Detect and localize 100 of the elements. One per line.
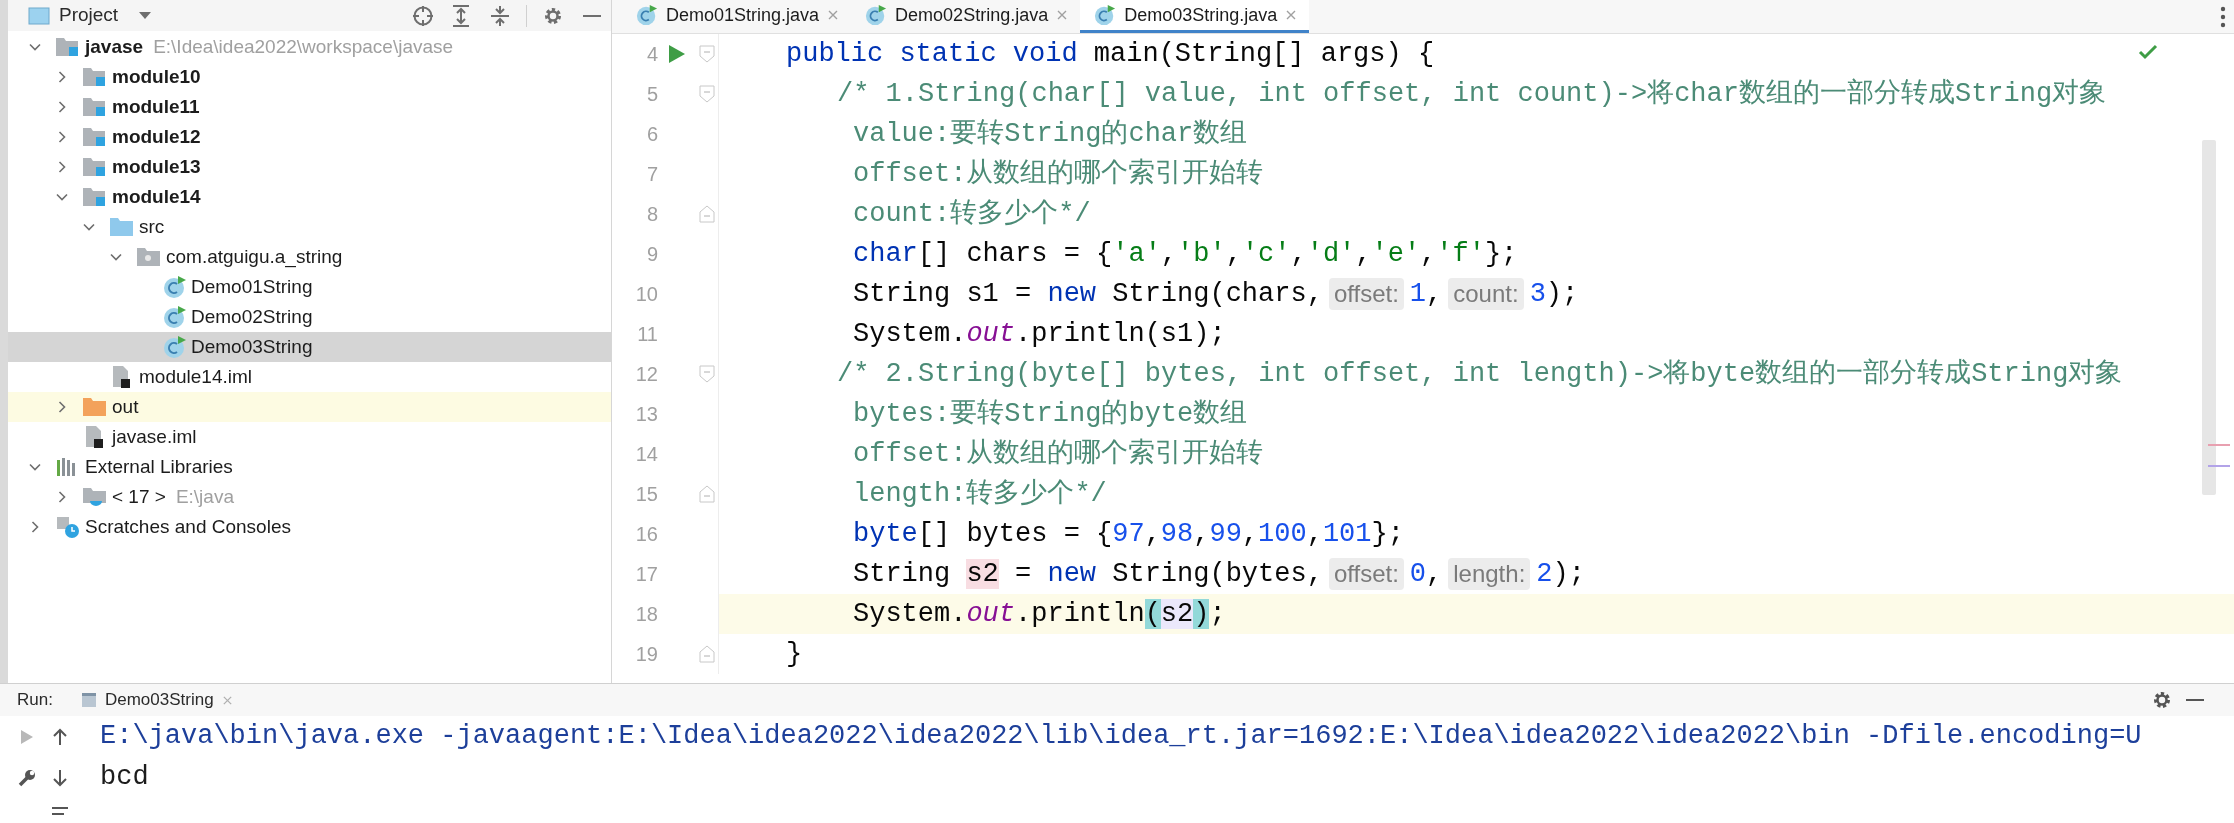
console-icon [80, 692, 97, 708]
line-number: 5 [645, 82, 658, 107]
tree-item[interactable]: module11 [8, 92, 611, 122]
module-folder-icon [82, 185, 108, 209]
settings-icon[interactable] [543, 5, 563, 26]
fold-marker[interactable] [699, 645, 715, 663]
line-number: 4 [645, 42, 658, 67]
line-number: 8 [645, 202, 658, 227]
package-folder-icon [136, 245, 162, 269]
code-text: offset:从数组的哪个索引开始转 [853, 157, 1264, 191]
code-text: length:转多少个*/ [853, 477, 1107, 511]
line-number: 9 [645, 242, 658, 267]
line-number: 13 [634, 402, 658, 427]
code-text: value:要转String的char数组 [853, 117, 1248, 151]
module-folder-icon [82, 95, 108, 119]
wrench-icon[interactable] [17, 768, 36, 787]
code-text: offset:从数组的哪个索引开始转 [853, 437, 1264, 471]
code-text: System.out.println(s2); [853, 597, 1226, 631]
line-number: 7 [645, 162, 658, 187]
dropdown-icon[interactable] [138, 10, 153, 21]
down-arrow-icon[interactable] [52, 768, 67, 787]
tree-item[interactable]: javase E:\Idea\idea2022\workspace\javase [8, 32, 611, 62]
module-folder-icon [82, 155, 108, 179]
fold-marker[interactable] [699, 45, 715, 63]
collapse-all-icon[interactable] [490, 4, 510, 27]
line-number: 11 [636, 322, 658, 347]
class-icon [163, 335, 187, 359]
class-icon [163, 305, 187, 329]
code-text: System.out.println(s1); [853, 317, 1226, 351]
code-text: public static void main(String[] args) { [786, 37, 1435, 71]
tree-item[interactable]: < 17 > E:\java [8, 482, 611, 512]
tree-item[interactable]: out [8, 392, 611, 422]
parameter-hint: length: [1448, 558, 1531, 590]
tree-item[interactable]: External Libraries [8, 452, 611, 482]
class-icon [636, 4, 658, 26]
console-command: E:\java\bin\java.exe -javaagent:E:\Idea\idea2022\idea2022\lib\idea_rt.jar=1692:E:\Idea\idea2022\idea2022\bin -Dfile.encoding=U [100, 720, 2143, 754]
parameter-hint: offset: [1328, 558, 1404, 590]
editor-tab[interactable]: Demo02String.java [851, 0, 1081, 33]
line-number: 18 [634, 602, 658, 627]
fold-marker[interactable] [699, 485, 715, 503]
sdk-folder-icon [82, 485, 108, 509]
more-icon[interactable] [2220, 5, 2226, 28]
code-text: byte[] bytes = {97,98,99,100,101}; [853, 517, 1404, 551]
code-text: 2); [1536, 557, 1585, 591]
code-text: 1, [1409, 277, 1443, 311]
class-icon [163, 275, 187, 299]
line-number: 14 [634, 442, 658, 467]
line-number: 19 [634, 642, 658, 667]
tree-item[interactable]: Demo02String [8, 302, 611, 332]
tree-item[interactable]: module14.iml [8, 362, 611, 392]
class-icon [865, 4, 888, 26]
panel-title[interactable]: Project [59, 1, 119, 30]
tree-item[interactable]: module10 [8, 62, 611, 92]
tree-item[interactable]: Scratches and Consoles [8, 512, 611, 542]
editor-tab[interactable]: Demo01String.java [622, 0, 852, 33]
console-output: bcd [100, 761, 150, 795]
settings-icon[interactable] [2152, 690, 2172, 710]
tree-item[interactable]: module13 [8, 152, 611, 182]
fold-marker[interactable] [699, 85, 715, 103]
run-icon[interactable] [668, 44, 686, 64]
tree-item[interactable]: src [8, 212, 611, 242]
scrollbar[interactable] [2202, 140, 2216, 495]
code-text: char[] chars = {'a','b','c','d','e','f'}; [853, 237, 1518, 271]
check-icon[interactable] [2138, 44, 2158, 60]
run-label: Run: [17, 689, 53, 712]
panel-icon [28, 6, 50, 25]
code-text: String s2 = new String(bytes, [853, 557, 1323, 591]
close-icon[interactable] [1285, 9, 1298, 21]
tree-item[interactable]: Demo03String [8, 332, 611, 362]
tree-item[interactable]: Demo01String [8, 272, 611, 302]
tree-item[interactable]: module12 [8, 122, 611, 152]
tree-item[interactable]: com.atguigu.a_string [8, 242, 611, 272]
up-arrow-icon[interactable] [52, 727, 67, 746]
code-text: } [786, 637, 803, 671]
code-text: /* 2.String(byte[] bytes, int offset, int length)->将byte数组的一部分转成String对象 [837, 357, 2123, 391]
tree-item[interactable]: module14 [8, 182, 611, 212]
code-text: 3); [1529, 277, 1579, 311]
minimize-icon[interactable] [2186, 698, 2204, 702]
line-number: 12 [634, 362, 658, 387]
run-tab[interactable]: Demo03String [80, 687, 233, 713]
code-text: 0, [1409, 557, 1443, 591]
line-number: 17 [634, 562, 658, 587]
class-icon [1094, 4, 1117, 26]
editor-tab[interactable]: Demo03String.java [1080, 0, 1310, 33]
parameter-hint: offset: [1328, 278, 1404, 310]
locate-icon[interactable] [412, 4, 434, 27]
code-text: bytes:要转String的byte数组 [853, 397, 1248, 431]
module-folder-icon [55, 35, 81, 59]
fold-marker[interactable] [699, 205, 715, 223]
code-text: String s1 = new String(chars, [853, 277, 1323, 311]
expand-all-icon[interactable] [451, 4, 471, 27]
line-number: 16 [634, 522, 658, 547]
fold-marker[interactable] [699, 365, 715, 383]
line-number: 6 [645, 122, 658, 147]
close-icon[interactable] [827, 9, 840, 21]
close-icon[interactable] [1056, 9, 1069, 21]
tree-item[interactable]: javase.iml [8, 422, 611, 452]
scratches-icon [55, 515, 81, 539]
line-number: 10 [634, 282, 658, 307]
code-text: count:转多少个*/ [853, 197, 1091, 231]
